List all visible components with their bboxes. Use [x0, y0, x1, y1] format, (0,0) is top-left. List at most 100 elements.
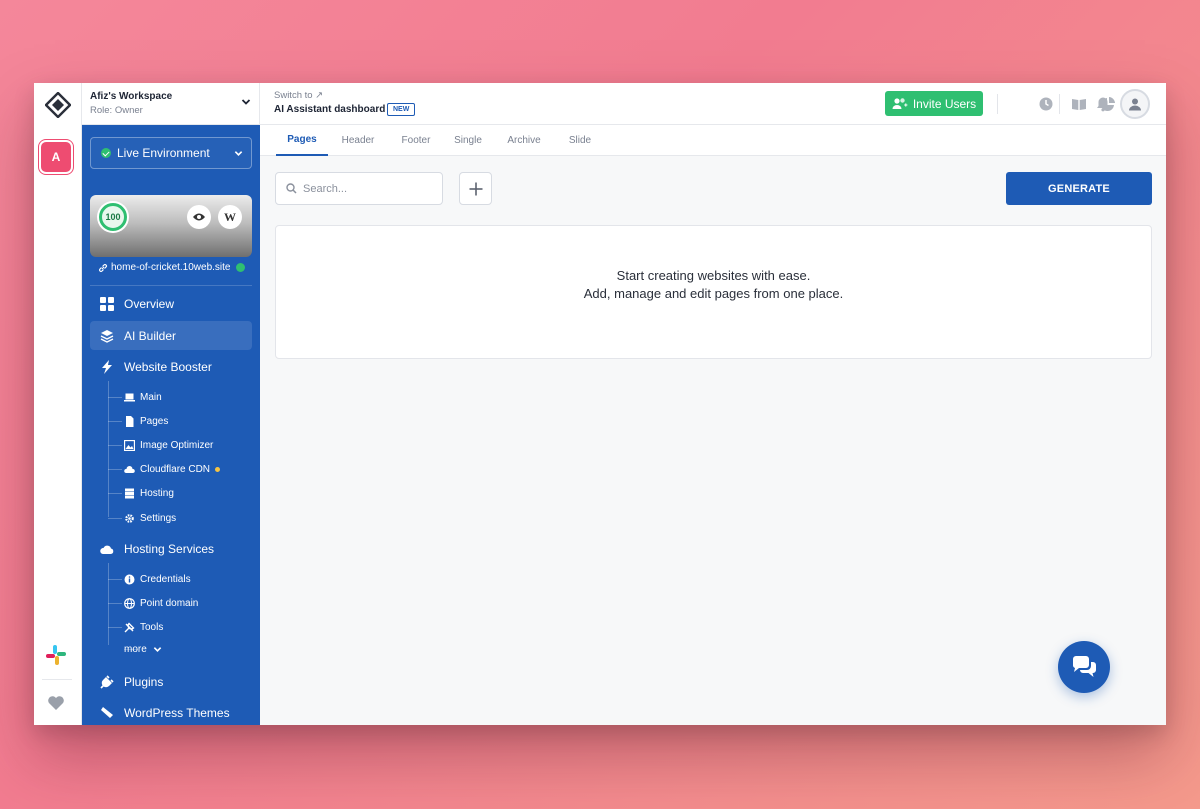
file-icon — [126, 415, 134, 427]
rail-divider — [42, 679, 72, 680]
nav-website-booster[interactable]: Website Booster — [90, 352, 252, 381]
sub-item-settings-label: Settings — [140, 512, 177, 524]
nav-website-booster-label: Website Booster — [124, 359, 212, 374]
layers-icon — [100, 329, 114, 343]
search-icon — [286, 183, 297, 194]
brush-icon — [101, 706, 113, 718]
empty-state-panel: Start creating websites with ease. Add, … — [275, 225, 1152, 359]
sub-item-hosting[interactable]: Hosting — [108, 483, 174, 503]
workspace-avatar[interactable]: A — [41, 142, 71, 172]
tab-archive[interactable]: Archive — [500, 125, 548, 156]
site-preview[interactable]: 100 W — [90, 195, 252, 257]
sub-item-settings[interactable]: Settings — [108, 508, 176, 528]
sub-item-hosting-label: Hosting — [140, 487, 174, 499]
chevron-down-icon — [234, 151, 243, 156]
nav-wordpress-themes-label: WordPress Themes — [124, 705, 230, 720]
sub-item-main[interactable]: Main — [108, 387, 162, 407]
generate-button[interactable]: GENERATE — [1006, 172, 1152, 205]
invite-users-button[interactable]: Invite Users — [885, 91, 983, 116]
nav-ai-builder-label: AI Builder — [124, 328, 177, 343]
search-input[interactable] — [303, 182, 433, 195]
nav-ai-builder[interactable]: AI Builder — [90, 321, 252, 350]
tab-header[interactable]: Header — [335, 125, 381, 156]
invite-users-label: Invite Users — [912, 96, 977, 111]
heart-icon[interactable] — [47, 695, 65, 711]
page-type-tabs: Pages Header Footer Single Archive Slide — [260, 125, 1166, 156]
nav-plugins[interactable]: Plugins — [90, 667, 252, 696]
nav-hosting-services-label: Hosting Services — [124, 541, 215, 556]
workspace-name: Afiz's Workspace — [90, 91, 173, 102]
user-icon — [1129, 98, 1141, 111]
tab-footer[interactable]: Footer — [394, 125, 438, 156]
empty-state-line-2: Add, manage and edit pages from one plac… — [583, 286, 844, 301]
topbar-divider — [997, 94, 998, 114]
book-icon[interactable] — [1071, 96, 1087, 112]
sub-item-point-domain[interactable]: Point domain — [108, 593, 198, 613]
chat-button[interactable] — [1058, 641, 1110, 693]
bell-icon[interactable] — [1095, 96, 1111, 112]
sub-item-cloudflare-cdn[interactable]: Cloudflare CDN — [108, 459, 221, 479]
logo-icon[interactable] — [45, 92, 71, 118]
cloud-icon — [124, 465, 135, 473]
nav-overview[interactable]: Overview — [90, 289, 252, 318]
wordpress-icon[interactable]: W — [218, 205, 242, 229]
workspace-role: Role: Owner — [90, 105, 143, 116]
status-dot — [215, 466, 221, 472]
top-bar: Switch to ↗ AI Assistant dashboard NEW I… — [260, 83, 1166, 125]
nav-hosting-services[interactable]: Hosting Services — [90, 534, 252, 563]
performance-score-badge: 100 — [99, 203, 127, 231]
more-label: more — [124, 643, 147, 655]
environment-selector[interactable]: Live Environment — [90, 137, 252, 169]
nav-wordpress-themes[interactable]: WordPress Themes — [90, 698, 252, 725]
new-badge: NEW — [387, 103, 416, 116]
user-avatar[interactable] — [1120, 89, 1150, 119]
sub-item-image-optimizer-label: Image Optimizer — [140, 439, 214, 451]
site-domain-link[interactable]: home-of-cricket.10web.site — [98, 262, 245, 273]
tools-icon — [124, 622, 135, 632]
switch-to-link[interactable]: Switch to ↗ — [274, 90, 323, 101]
sub-item-pages[interactable]: Pages — [108, 411, 168, 431]
sub-item-tools[interactable]: Tools — [108, 617, 163, 637]
eye-icon[interactable] — [187, 205, 211, 229]
dashboard-title[interactable]: AI Assistant dashboard — [274, 104, 385, 115]
environment-label: Live Environment — [117, 146, 210, 160]
chat-icon — [1072, 656, 1096, 677]
chevron-down-icon — [153, 646, 162, 652]
sub-item-cloudflare-cdn-label: Cloudflare CDN — [140, 463, 211, 475]
workspace-selector[interactable]: Afiz's Workspace Role: Owner — [82, 83, 260, 125]
more-toggle[interactable]: more — [124, 639, 167, 659]
lightning-icon — [102, 359, 112, 374]
sub-item-credentials-label: Credentials — [140, 573, 191, 585]
tab-single[interactable]: Single — [448, 125, 488, 156]
chevron-down-icon — [241, 99, 251, 105]
app-window: A Afiz's Workspace Role: Owner Live Envi… — [34, 83, 1166, 725]
plug-icon — [100, 674, 114, 689]
sub-item-point-domain-label: Point domain — [140, 597, 199, 609]
grid-icon — [100, 296, 114, 311]
add-page-button[interactable] — [459, 172, 492, 205]
tab-pages[interactable]: Pages — [276, 125, 328, 156]
search-box[interactable] — [275, 172, 443, 205]
sub-item-main-label: Main — [140, 391, 162, 403]
add-users-icon — [892, 97, 908, 109]
site-domain: home-of-cricket.10web.site — [111, 262, 231, 273]
plus-icon — [469, 182, 482, 195]
laptop-icon — [124, 393, 135, 401]
gear-icon — [125, 513, 134, 523]
clock-icon[interactable] — [1038, 96, 1054, 112]
tab-slide[interactable]: Slide — [560, 125, 600, 156]
sidebar: Live Environment 100 W home-of-cricket.1… — [82, 125, 260, 725]
verified-icon — [235, 263, 245, 272]
sidebar-divider — [90, 285, 252, 286]
slack-icon[interactable] — [45, 644, 67, 666]
image-icon — [124, 439, 135, 451]
cloud-icon — [100, 545, 114, 554]
app-rail: A — [34, 83, 82, 725]
topbar-divider — [1059, 94, 1060, 114]
nav-plugins-label: Plugins — [124, 674, 164, 689]
check-circle-icon — [101, 148, 111, 158]
empty-state-line-1: Start creating websites with ease. — [616, 268, 811, 283]
link-icon — [99, 263, 107, 272]
sub-item-credentials[interactable]: Credentials — [108, 569, 191, 589]
sub-item-image-optimizer[interactable]: Image Optimizer — [108, 435, 213, 455]
